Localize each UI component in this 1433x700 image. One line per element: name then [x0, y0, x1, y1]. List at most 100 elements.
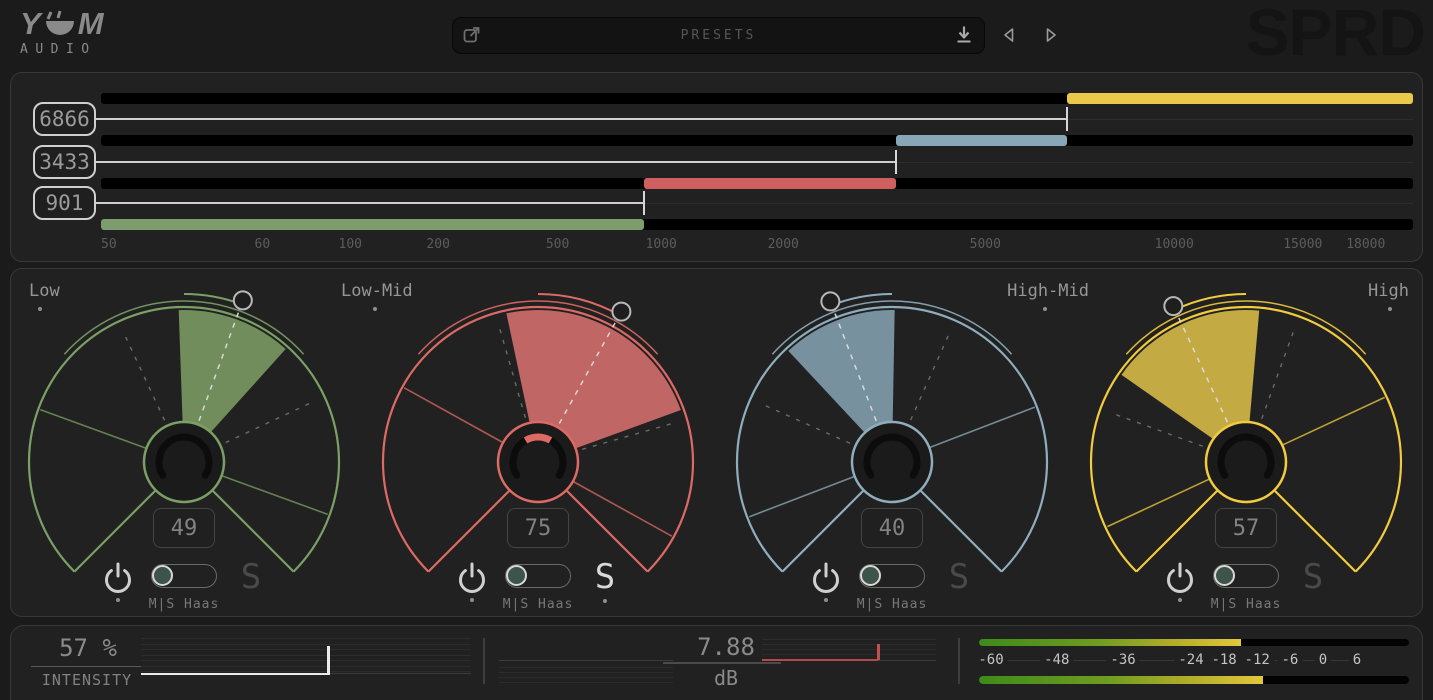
presets-dropdown[interactable]: PRESETS: [452, 17, 985, 54]
meter-bar-right-track: [979, 676, 1409, 684]
solo-button-low-mid[interactable]: S: [587, 557, 623, 597]
limit-line-right-high-mid: [930, 407, 1035, 447]
rotation-handle-low[interactable]: [234, 291, 252, 309]
power-button-high-mid[interactable]: [809, 560, 843, 596]
intensity-rib-2: [141, 649, 471, 650]
intensity-slider-handle[interactable]: [327, 646, 330, 675]
ms-haas-toggle-high[interactable]: [1213, 564, 1279, 588]
rotation-handle-high[interactable]: [1164, 297, 1182, 315]
freq-tick-label-15000: 15000: [1283, 237, 1322, 252]
brand-audio-text: AUDIO: [20, 42, 105, 57]
bowl-icon: [43, 8, 77, 38]
guide-dash-right-low: [226, 401, 316, 443]
gauge-cell-high: 57M|S HaasS: [1069, 269, 1423, 618]
solo-button-high[interactable]: S: [1295, 557, 1331, 597]
power-button-low-mid[interactable]: [455, 560, 489, 596]
limit-line-left-high-mid: [749, 477, 854, 517]
footer-panel: 57 % INTENSITY 7.88 dB -60-48-36-24-18-1…: [10, 625, 1423, 700]
gain-unit-label: dB: [651, 666, 801, 690]
solo-button-high-mid[interactable]: S: [941, 557, 977, 597]
intensity-track-tail: [328, 673, 471, 674]
gain-rule: [663, 662, 781, 664]
freq-tick-label-18000: 18000: [1346, 237, 1385, 252]
crossover-line-3433: [86, 161, 896, 163]
intensity-value[interactable]: 57 %: [33, 634, 143, 662]
gain-pos-rib-1: [762, 644, 936, 645]
crossover-handle-3433[interactable]: [895, 150, 897, 174]
rotation-arc-low: [184, 294, 241, 304]
toggle-knob-low[interactable]: [152, 565, 173, 586]
brand-wordmark: Y M: [20, 8, 105, 39]
band-track-high-mid: [101, 135, 1413, 146]
freq-tick-label-10000: 10000: [1155, 237, 1194, 252]
band-range-low[interactable]: [101, 219, 644, 230]
ms-haas-toggle-high-mid[interactable]: [859, 564, 925, 588]
rotation-handle-low-mid[interactable]: [612, 303, 630, 321]
power-button-low[interactable]: [101, 560, 135, 596]
ms-haas-toggle-low-mid[interactable]: [505, 564, 571, 588]
gain-value[interactable]: 7.88: [651, 633, 801, 661]
band-range-high[interactable]: [1067, 93, 1413, 104]
crossover-freq-box-6866[interactable]: 6866: [33, 102, 96, 136]
limit-line-left-low-mid: [404, 388, 502, 442]
crossover-line-6866: [86, 118, 1067, 120]
gain-slider-handle[interactable]: [877, 644, 880, 660]
brand-letter-y: Y: [20, 9, 42, 39]
band-splitter-panel: 6866343390150601002005001000200050001000…: [10, 72, 1423, 262]
knob-tick-low-mid: [526, 437, 551, 440]
crossover-freq-box-3433[interactable]: 3433: [33, 145, 96, 179]
width-value-low[interactable]: 49: [153, 508, 215, 548]
ms-haas-toggle-low[interactable]: [151, 564, 217, 588]
next-preset-button[interactable]: [1042, 26, 1060, 44]
gauge-cell-low: 49 M|S HaasS: [7, 269, 361, 618]
export-icon[interactable]: [462, 25, 482, 45]
toggle-knob-high-mid[interactable]: [860, 565, 881, 586]
intensity-rib-4: [141, 660, 471, 661]
band-range-low-mid[interactable]: [644, 178, 896, 189]
freq-tick-label-50: 50: [101, 237, 117, 252]
crossover-freq-box-901[interactable]: 901: [33, 186, 96, 220]
prev-preset-button[interactable]: [1000, 26, 1018, 44]
band-range-high-mid[interactable]: [896, 135, 1067, 146]
freq-tick-label-100: 100: [339, 237, 362, 252]
freq-tick-label-200: 200: [426, 237, 449, 252]
footer-separator-1: [483, 638, 485, 684]
freq-tick-label-500: 500: [546, 237, 569, 252]
band-dials-panel: Low49M|S HaasSLow-Mid75M|S HaasSHigh-Mid…: [10, 268, 1423, 617]
ms-haas-label-low-mid: M|S Haas: [468, 597, 608, 612]
guide-dash-left-low: [123, 331, 165, 421]
freq-tick-label-2000: 2000: [768, 237, 799, 252]
width-value-high[interactable]: 57: [1215, 508, 1277, 548]
limit-line-right-low-mid: [574, 482, 672, 536]
intensity-rib-5: [141, 666, 471, 667]
intensity-slider[interactable]: [141, 673, 328, 675]
intensity-rib-3: [141, 655, 471, 656]
freq-tick-label-60: 60: [255, 237, 271, 252]
width-value-high-mid[interactable]: 40: [861, 508, 923, 548]
gain-slider[interactable]: [762, 659, 878, 661]
gauge-cell-low-mid: 75 M|S HaasS: [361, 269, 715, 618]
meter-scale-6: 6: [1349, 652, 1365, 668]
toggle-knob-high[interactable]: [1214, 565, 1235, 586]
save-preset-icon[interactable]: [954, 24, 974, 48]
power-button-high[interactable]: [1163, 560, 1197, 596]
ms-haas-label-high-mid: M|S Haas: [822, 597, 962, 612]
freq-tick-label-5000: 5000: [970, 237, 1001, 252]
ms-haas-label-low: M|S Haas: [114, 597, 254, 612]
limit-line-left-low: [40, 410, 145, 448]
meter-bar-left-track: [979, 639, 1409, 646]
meter-scale--36: -36: [1106, 652, 1139, 668]
toggle-knob-low-mid[interactable]: [506, 565, 527, 586]
intensity-rib-1: [141, 644, 471, 645]
meter-scale--18: -18: [1207, 652, 1240, 668]
intensity-rule: [31, 666, 143, 667]
crossover-handle-901[interactable]: [643, 191, 645, 215]
brand-logo: Y M AUDIO: [20, 8, 105, 57]
gain-neg-centerline: [499, 660, 673, 661]
width-value-low-mid[interactable]: 75: [507, 508, 569, 548]
intensity-rib-0: [141, 638, 471, 639]
gain-pos-rib-2: [762, 649, 936, 650]
rotation-handle-high-mid[interactable]: [821, 292, 839, 310]
solo-button-low[interactable]: S: [233, 557, 269, 597]
crossover-handle-6866[interactable]: [1066, 107, 1068, 131]
